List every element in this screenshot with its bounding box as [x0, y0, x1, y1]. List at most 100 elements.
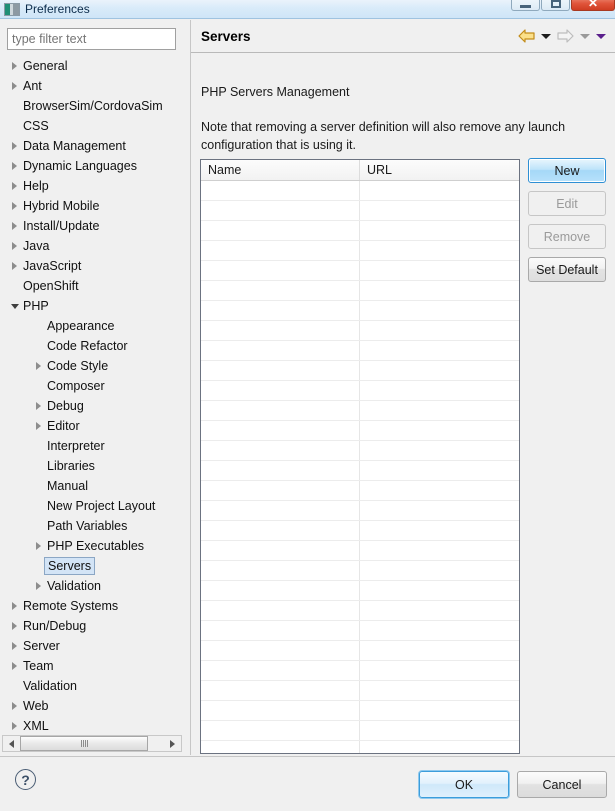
table-row[interactable] — [201, 241, 519, 261]
tree-item-team[interactable]: Team — [0, 656, 184, 676]
table-row[interactable] — [201, 321, 519, 341]
tree-item-css[interactable]: CSS — [0, 116, 184, 136]
table-row[interactable] — [201, 381, 519, 401]
tree-item-libraries[interactable]: Libraries — [0, 456, 184, 476]
tree-item-ant[interactable]: Ant — [0, 76, 184, 96]
table-row[interactable] — [201, 301, 519, 321]
scrollbar-thumb[interactable] — [20, 736, 148, 751]
table-row[interactable] — [201, 401, 519, 421]
chevron-right-icon[interactable] — [8, 56, 21, 76]
tree-item-path-variables[interactable]: Path Variables — [0, 516, 184, 536]
table-row[interactable] — [201, 741, 519, 753]
maximize-button[interactable] — [541, 0, 570, 11]
table-row[interactable] — [201, 361, 519, 381]
chevron-right-icon[interactable] — [32, 416, 45, 436]
tree-item-servers[interactable]: Servers — [0, 556, 184, 576]
tree-item-web[interactable]: Web — [0, 696, 184, 716]
chevron-right-icon[interactable] — [8, 616, 21, 636]
tree-item-hybrid-mobile[interactable]: Hybrid Mobile — [0, 196, 184, 216]
table-row[interactable] — [201, 461, 519, 481]
chevron-right-icon[interactable] — [8, 636, 21, 656]
table-row[interactable] — [201, 641, 519, 661]
close-button[interactable]: ✕ — [571, 0, 615, 11]
tree-item-remote-systems[interactable]: Remote Systems — [0, 596, 184, 616]
table-row[interactable] — [201, 521, 519, 541]
table-row[interactable] — [201, 201, 519, 221]
cancel-button[interactable]: Cancel — [517, 771, 607, 798]
help-icon[interactable]: ? — [15, 769, 36, 790]
tree-item-debug[interactable]: Debug — [0, 396, 184, 416]
set-default-button[interactable]: Set Default — [528, 257, 606, 282]
tree-item-server[interactable]: Server — [0, 636, 184, 656]
tree-item-help[interactable]: Help — [0, 176, 184, 196]
table-row[interactable] — [201, 601, 519, 621]
table-row[interactable] — [201, 721, 519, 741]
new-button[interactable]: New — [528, 158, 606, 183]
table-row[interactable] — [201, 341, 519, 361]
panel-menu-icon[interactable] — [594, 28, 607, 44]
chevron-right-icon[interactable] — [32, 356, 45, 376]
scroll-right-icon[interactable] — [164, 736, 181, 751]
chevron-right-icon[interactable] — [8, 136, 21, 156]
table-row[interactable] — [201, 261, 519, 281]
tree-item-interpreter[interactable]: Interpreter — [0, 436, 184, 456]
tree-item-data-management[interactable]: Data Management — [0, 136, 184, 156]
tree-horizontal-scrollbar[interactable] — [2, 735, 182, 752]
tree-item-browsersim-cordovasim[interactable]: BrowserSim/CordovaSim — [0, 96, 184, 116]
tree-item-appearance[interactable]: Appearance — [0, 316, 184, 336]
chevron-right-icon[interactable] — [8, 76, 21, 96]
table-body[interactable] — [201, 181, 519, 753]
chevron-right-icon[interactable] — [8, 236, 21, 256]
table-row[interactable] — [201, 701, 519, 721]
back-arrow-icon[interactable] — [516, 28, 536, 44]
chevron-right-icon[interactable] — [32, 396, 45, 416]
chevron-right-icon[interactable] — [8, 196, 21, 216]
chevron-right-icon[interactable] — [8, 256, 21, 276]
tree-item-dynamic-languages[interactable]: Dynamic Languages — [0, 156, 184, 176]
table-row[interactable] — [201, 561, 519, 581]
tree-item-run-debug[interactable]: Run/Debug — [0, 616, 184, 636]
tree-item-new-project-layout[interactable]: New Project Layout — [0, 496, 184, 516]
column-header-name[interactable]: Name — [201, 160, 360, 180]
tree-item-xml[interactable]: XML — [0, 716, 184, 735]
scroll-left-icon[interactable] — [3, 736, 20, 751]
chevron-right-icon[interactable] — [8, 596, 21, 616]
table-row[interactable] — [201, 661, 519, 681]
chevron-down-icon[interactable] — [8, 296, 21, 316]
table-row[interactable] — [201, 221, 519, 241]
table-row[interactable] — [201, 481, 519, 501]
tree-item-composer[interactable]: Composer — [0, 376, 184, 396]
table-row[interactable] — [201, 281, 519, 301]
minimize-button[interactable] — [511, 0, 540, 11]
chevron-right-icon[interactable] — [8, 716, 21, 735]
chevron-right-icon[interactable] — [32, 576, 45, 596]
back-dropdown-icon[interactable] — [539, 28, 552, 44]
chevron-right-icon[interactable] — [8, 216, 21, 236]
chevron-right-icon[interactable] — [8, 656, 21, 676]
tree-item-java[interactable]: Java — [0, 236, 184, 256]
chevron-right-icon[interactable] — [8, 696, 21, 716]
tree-item-manual[interactable]: Manual — [0, 476, 184, 496]
scrollbar-track[interactable] — [20, 736, 164, 751]
table-row[interactable] — [201, 581, 519, 601]
tree-item-editor[interactable]: Editor — [0, 416, 184, 436]
table-row[interactable] — [201, 621, 519, 641]
chevron-right-icon[interactable] — [8, 156, 21, 176]
table-row[interactable] — [201, 181, 519, 201]
tree-item-javascript[interactable]: JavaScript — [0, 256, 184, 276]
tree-item-general[interactable]: General — [0, 56, 184, 76]
tree-item-php[interactable]: PHP — [0, 296, 184, 316]
filter-input[interactable] — [7, 28, 176, 50]
table-row[interactable] — [201, 541, 519, 561]
servers-table[interactable]: Name URL — [200, 159, 520, 754]
table-row[interactable] — [201, 681, 519, 701]
table-row[interactable] — [201, 441, 519, 461]
tree-item-code-refactor[interactable]: Code Refactor — [0, 336, 184, 356]
tree-item-openshift[interactable]: OpenShift — [0, 276, 184, 296]
tree-item-validation[interactable]: Validation — [0, 676, 184, 696]
ok-button[interactable]: OK — [419, 771, 509, 798]
tree-item-code-style[interactable]: Code Style — [0, 356, 184, 376]
preferences-tree[interactable]: General Ant BrowserSim/CordovaSim CSS Data M… — [0, 56, 184, 735]
table-row[interactable] — [201, 421, 519, 441]
column-header-url[interactable]: URL — [360, 160, 519, 180]
